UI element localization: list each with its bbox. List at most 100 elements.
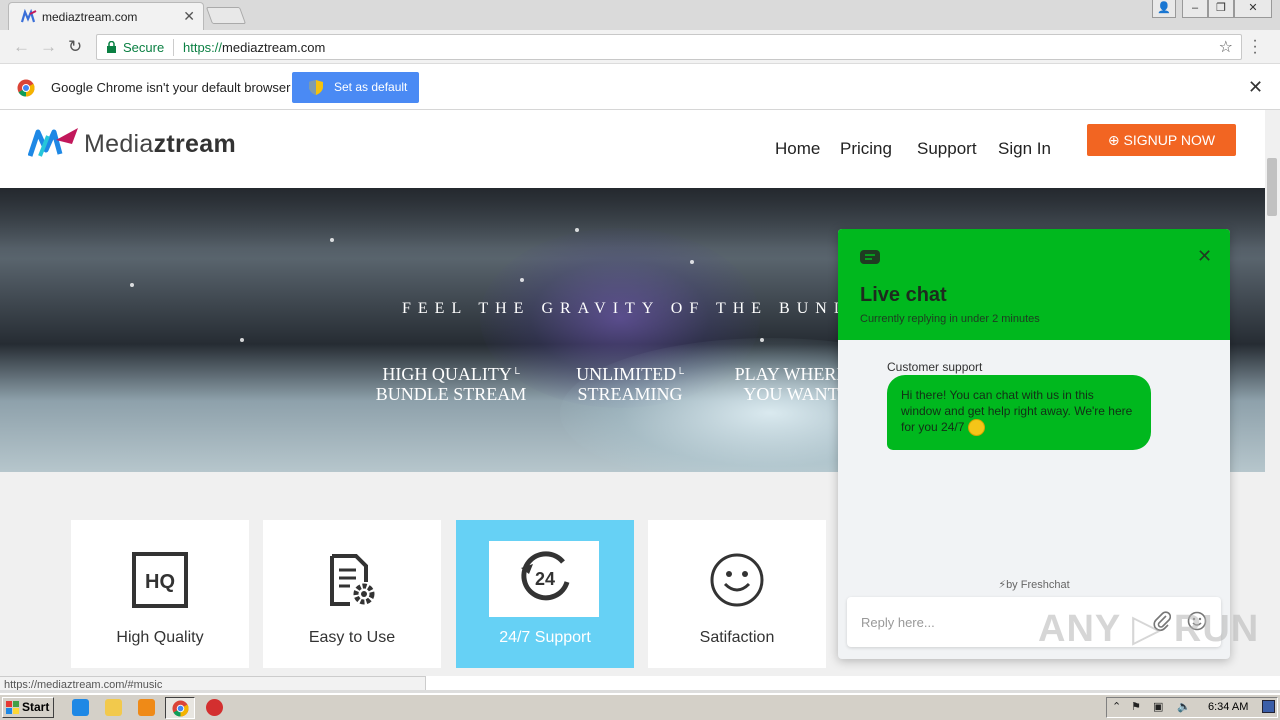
tab-strip: mediaztream.com ✕ 👤 – ❐ ✕ (0, 0, 1280, 30)
set-as-default-button[interactable]: Set as default (292, 72, 419, 103)
url-host: mediaztream.com (222, 40, 326, 55)
volume-icon[interactable]: 🔈 (1177, 700, 1191, 713)
hero-particle (575, 228, 579, 232)
card-label: High Quality (116, 629, 204, 646)
windows-flag-icon (6, 701, 19, 714)
signup-label: SIGNUP NOW (1123, 132, 1216, 148)
windows-taskbar: Start ⌃ ⚑ ▣ 🔈 6:34 AM (0, 694, 1280, 720)
nav-home[interactable]: Home (775, 139, 820, 159)
nav-sign-in[interactable]: Sign In (998, 139, 1051, 159)
clock-24-icon: 24 (521, 551, 570, 601)
feature-tick: └ (511, 368, 520, 380)
taskbar-chrome-button[interactable] (165, 697, 195, 719)
show-desktop-icon[interactable] (1262, 700, 1275, 713)
address-bar[interactable]: Secure https://mediaztream.com ☆ (96, 34, 1242, 60)
tray-expand-icon[interactable]: ⌃ (1112, 700, 1121, 713)
chat-subtitle: Currently replying in under 2 minutes (860, 313, 1040, 325)
scrollbar-thumb[interactable] (1267, 158, 1277, 216)
bookmark-star-icon[interactable]: ☆ (1219, 37, 1233, 57)
url-scheme: https:// (183, 40, 223, 55)
site-header: Mediaztream Home Pricing Support Sign In… (0, 110, 1265, 188)
default-browser-infobar: Google Chrome isn't your default browser… (0, 65, 1280, 110)
feature-card-high-quality[interactable]: HQ High Quality (71, 520, 249, 668)
hero-particle (330, 238, 334, 242)
mediaztream-logo-icon[interactable] (28, 126, 80, 160)
forward-arrow-icon[interactable]: → (40, 38, 57, 55)
system-tray: ⌃ ⚑ ▣ 🔈 (1106, 697, 1278, 718)
chat-header: Live chat Currently replying in under 2 … (838, 229, 1230, 340)
tab-close-icon[interactable]: ✕ (183, 8, 195, 25)
plus-circle-icon: ⊕ (1107, 132, 1120, 148)
internet-explorer-icon[interactable] (72, 699, 89, 716)
hero-feature-high-quality: HIGH QUALITY└ BUNDLE STREAM (370, 364, 532, 404)
omnibox-separator (173, 39, 174, 56)
set-as-default-label: Set as default (334, 80, 408, 94)
uac-shield-icon (309, 80, 323, 95)
hero-particle (240, 338, 244, 342)
taskbar-clock[interactable]: 6:34 AM (1208, 701, 1248, 713)
svg-text:HQ: HQ (145, 571, 175, 593)
infobar-message: Google Chrome isn't your default browser (51, 80, 291, 95)
feature-line1: PLAY WHERE (734, 364, 848, 384)
start-button[interactable]: Start (2, 697, 54, 718)
chat-close-icon[interactable]: ✕ (1197, 246, 1212, 267)
hero-particle (130, 283, 134, 287)
feature-line2: YOU WANT (743, 384, 839, 404)
start-label: Start (22, 700, 50, 714)
file-explorer-icon[interactable] (105, 699, 122, 716)
tab-title: mediaztream.com (42, 10, 138, 24)
chrome-menu-icon[interactable]: · · · (1250, 33, 1260, 61)
chat-title: Live chat (860, 284, 947, 306)
live-chat-widget: Live chat Currently replying in under 2 … (838, 229, 1230, 659)
user-profile-icon[interactable]: 👤 (1152, 0, 1176, 18)
network-icon[interactable]: ▣ (1153, 700, 1163, 713)
site-logo-text[interactable]: Mediaztream (84, 130, 236, 159)
feature-line2: BUNDLE STREAM (375, 384, 527, 404)
horizontal-scrollbar[interactable] (0, 690, 1280, 693)
back-arrow-icon[interactable]: ← (13, 38, 30, 55)
card-label: 24/7 Support (499, 629, 591, 646)
action-center-flag-icon[interactable]: ⚑ (1131, 700, 1141, 713)
hero-tagline: FEEL THE GRAVITY OF THE BUNDLE (402, 300, 886, 317)
chat-message-text: Hi there! You can chat with us in this w… (901, 388, 1133, 434)
url-text[interactable]: https://mediaztream.com (183, 40, 325, 55)
chrome-logo-icon (17, 79, 35, 97)
feature-card-easy-to-use[interactable]: Easy to Use (263, 520, 441, 668)
chrome-taskbar-icon (172, 700, 189, 717)
window-close-icon[interactable]: ✕ (1234, 0, 1272, 18)
secure-label: Secure (123, 40, 165, 55)
clock-24-text: 24 (535, 569, 555, 589)
nav-pricing[interactable]: Pricing (840, 139, 892, 159)
smile-emoji-icon (967, 419, 985, 437)
hero-particle (520, 278, 524, 282)
logo-text-light: Media (84, 130, 154, 158)
restore-icon[interactable]: ❐ (1208, 0, 1234, 18)
feature-line1: HIGH QUALITY (382, 364, 512, 384)
card-label: Satifaction (699, 629, 775, 646)
feature-card-24-7-support[interactable]: 24 24/7 Support (456, 520, 634, 668)
new-tab-button[interactable] (205, 7, 247, 24)
smiley-icon (710, 553, 764, 607)
logo-text-bold: ztream (153, 130, 236, 158)
browser-tab[interactable]: mediaztream.com ✕ (8, 2, 204, 30)
opera-stop-icon[interactable] (206, 699, 223, 716)
chat-message-bubble: Hi there! You can chat with us in this w… (887, 375, 1151, 450)
infobar-close-icon[interactable]: ✕ (1248, 77, 1263, 98)
hero-feature-unlimited: UNLIMITED└ STREAMING (565, 364, 695, 404)
feature-line2: STREAMING (577, 384, 683, 404)
reload-icon[interactable]: ↻ (68, 38, 82, 55)
lock-icon (107, 41, 116, 53)
media-player-icon[interactable] (138, 699, 155, 716)
hq-icon: HQ (132, 552, 188, 608)
feature-card-satisfaction[interactable]: Satifaction (648, 520, 826, 668)
card-label: Easy to Use (308, 629, 396, 646)
mediaztream-favicon-icon (21, 9, 37, 23)
powered-by-freshchat[interactable]: ⚡by Freshchat (838, 578, 1230, 591)
page-scrollbar[interactable] (1265, 110, 1280, 676)
minimize-icon[interactable]: – (1182, 0, 1208, 18)
feature-tick: └ (676, 368, 684, 380)
hero-feature-play-anywhere: PLAY WHERE YOU WANT (726, 364, 856, 404)
feature-line1: UNLIMITED (576, 364, 677, 384)
signup-now-button[interactable]: ⊕ SIGNUP NOW (1087, 124, 1236, 156)
nav-support[interactable]: Support (917, 139, 977, 159)
